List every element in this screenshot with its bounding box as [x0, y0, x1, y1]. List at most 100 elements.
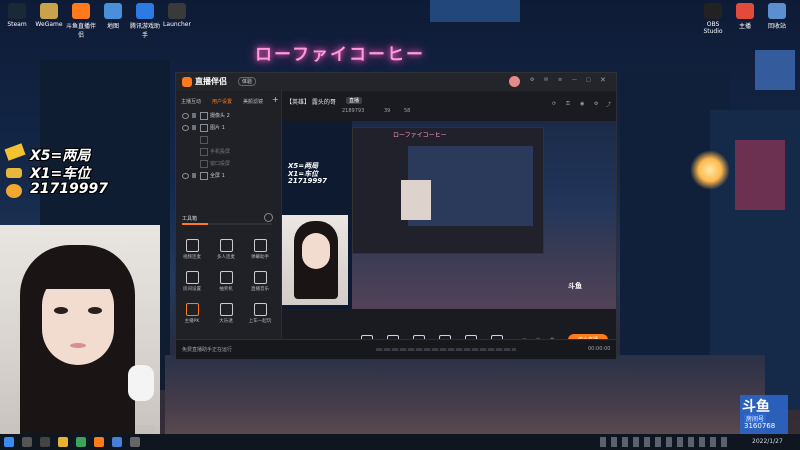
eye-right — [88, 307, 102, 314]
overlay-line-1: X5=两局 — [30, 148, 91, 164]
layer-fullscreen-1[interactable]: 全屏 1 — [182, 171, 274, 181]
gift-icon[interactable]: ⚙ — [530, 77, 534, 83]
tool-label: 直播音乐 — [251, 287, 269, 292]
tool-music[interactable]: 直播音乐 — [248, 271, 272, 292]
search-icon[interactable] — [22, 437, 32, 447]
eye-icon[interactable] — [182, 173, 189, 179]
ticket-icon — [219, 303, 233, 316]
neon-sign: ローファイコーヒー — [255, 45, 425, 65]
layer-phone[interactable]: 手机投屏 — [182, 147, 274, 157]
app-version-badge: 体验 — [238, 77, 257, 86]
eye-left — [54, 307, 68, 314]
room-stat-viewers: 2189793 — [342, 108, 365, 114]
desktop-icon-wegame[interactable]: WeGame — [34, 3, 64, 28]
tool-lotto[interactable]: 大乐透 — [214, 303, 238, 324]
toolbox-active-indicator — [182, 223, 208, 225]
tool-carpool[interactable]: 上车一起玩 — [248, 303, 272, 324]
room-title[interactable]: 【英雄】 露头的哥 — [286, 97, 336, 106]
preview-overlay-stats: X5=两局 X1=车位 21719997 — [282, 161, 346, 187]
layer-blank[interactable] — [182, 135, 274, 145]
phone-icon — [200, 148, 208, 156]
settings-icon[interactable]: ⚙ — [594, 101, 598, 107]
layer-window[interactable]: 窗口投屏 — [182, 159, 274, 169]
car-icon — [6, 168, 22, 178]
task-view-icon[interactable] — [40, 437, 50, 447]
layer-camera-2[interactable]: 摄像头 2 — [182, 111, 274, 121]
layer-label: 摄像头 2 — [210, 113, 230, 119]
tab-beauty[interactable]: 美颜滤镜 — [243, 98, 263, 105]
lock-icon[interactable] — [192, 113, 196, 118]
lock-icon[interactable] — [192, 125, 196, 130]
app-logo-icon — [182, 77, 192, 87]
tool-video-link[interactable]: 视频连麦 — [180, 239, 204, 260]
add-source-icon[interactable]: + — [272, 95, 279, 104]
tool-room-settings[interactable]: 房间设置 — [180, 271, 204, 292]
source-icon — [200, 136, 208, 144]
desktop-icon-obs[interactable]: OBS Studio — [698, 3, 728, 35]
room-stat-fans: 58 — [404, 108, 411, 114]
desktop-icon-map[interactable]: 地图 — [98, 3, 128, 30]
eye-icon[interactable] — [182, 125, 189, 131]
desktop-icon-label: WeGame — [35, 21, 63, 28]
desktop-icon-douyu[interactable]: 斗鱼直播伴侣 — [66, 3, 96, 39]
video-icon — [185, 239, 199, 252]
desktop-icon-streamer[interactable]: 主播 — [730, 3, 760, 30]
window-icon — [200, 160, 208, 168]
preview-webcam — [282, 215, 348, 305]
douyu-app-icon[interactable] — [94, 437, 104, 447]
camera-icon — [200, 112, 208, 120]
desktop-icon-label: 腾讯游戏助手 — [130, 23, 161, 39]
preview-watermark: 斗鱼 — [568, 282, 582, 290]
system-tray[interactable] — [600, 437, 730, 447]
stream-preview[interactable]: ローファイコーヒー X5=两局 X1=车位 21719997 斗鱼 — [282, 121, 616, 309]
lock-icon[interactable]: ⚿ — [566, 101, 570, 107]
tool-label: 弹幕助手 — [251, 255, 269, 260]
app-icon[interactable] — [112, 437, 122, 447]
room-id: 3160768 — [744, 422, 776, 430]
app-icon[interactable] — [130, 437, 140, 447]
settings-icon[interactable] — [264, 213, 273, 222]
users-icon — [219, 239, 233, 252]
start-icon[interactable] — [4, 437, 14, 447]
tool-label: 房间设置 — [183, 287, 201, 292]
avatar[interactable] — [509, 76, 520, 87]
app-titlebar: 直播伴侣 体验 ⚙ ✉ ≡ — □ ✕ — [176, 73, 616, 91]
status-bar: 免费直播助手正在运行 00:00:00 — [176, 339, 616, 359]
desktop-icon-tencent[interactable]: 腾讯游戏助手 — [130, 3, 160, 39]
tab-interaction[interactable]: 主播互动 — [181, 98, 201, 105]
share-icon[interactable]: ⤴ — [606, 101, 611, 108]
desktop-icon-steam[interactable]: Steam — [2, 3, 32, 28]
tool-multi-link[interactable]: 多人连麦 — [214, 239, 238, 260]
message-icon[interactable]: ✉ — [544, 77, 548, 83]
close-icon[interactable]: ✕ — [600, 76, 606, 84]
desktop-icon-recycle-bin[interactable]: 回收站 — [762, 3, 792, 30]
car-icon — [253, 303, 267, 316]
desktop-icon-label: OBS Studio — [703, 21, 723, 35]
tab-user-settings[interactable]: 用户设置 — [212, 98, 232, 105]
building-window — [735, 140, 785, 210]
menu-icon[interactable]: ≡ — [558, 77, 562, 83]
refresh-icon[interactable]: ⟳ — [552, 101, 556, 107]
minimize-icon[interactable]: — — [572, 77, 577, 83]
preview-stat-3: 21719997 — [288, 177, 327, 185]
tool-label: 抽奖机 — [219, 287, 233, 292]
tool-lottery[interactable]: 抽奖机 — [214, 271, 238, 292]
streaming-app-window: 直播伴侣 体验 ⚙ ✉ ≡ — □ ✕ 主播互动 用户设置 美颜滤镜 + 摄像头… — [175, 72, 617, 359]
desktop-icon-label: Steam — [7, 21, 27, 28]
room-stat-heat: 39 — [384, 108, 391, 114]
toolbox-title: 工具箱 — [182, 216, 198, 222]
layer-image-1[interactable]: 图片 1 — [182, 123, 274, 133]
file-explorer-icon[interactable] — [58, 437, 68, 447]
tool-pk[interactable]: 主播PK — [180, 303, 204, 324]
desktop-icon-launcher[interactable]: Launcher — [162, 3, 192, 28]
tool-label: 大乐透 — [219, 319, 233, 324]
record-icon[interactable]: ◉ — [580, 101, 584, 107]
tool-danmaku[interactable]: 弹幕助手 — [248, 239, 272, 260]
browser-icon[interactable] — [76, 437, 86, 447]
status-message: 免费直播助手正在运行 — [182, 347, 233, 353]
desktop-icon-label: Launcher — [163, 21, 191, 28]
room-tag[interactable]: 直播 — [346, 97, 363, 104]
eye-icon[interactable] — [182, 113, 189, 119]
lock-icon[interactable] — [192, 173, 196, 178]
maximize-icon[interactable]: □ — [586, 77, 591, 83]
